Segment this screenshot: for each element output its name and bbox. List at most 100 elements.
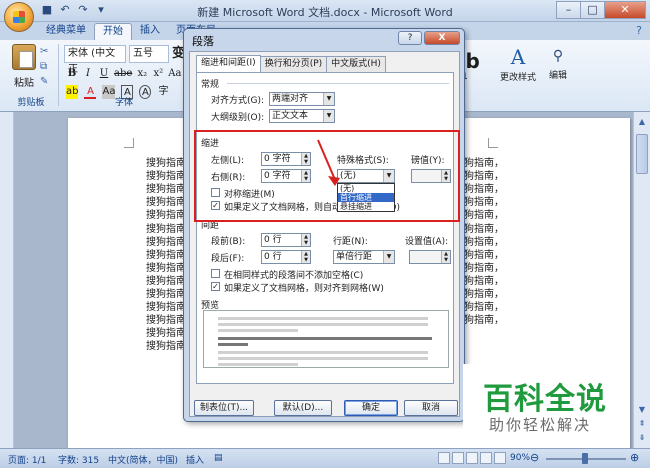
space-after-value: 0 行 <box>264 252 282 262</box>
watermark-title: 百科全说 <box>483 382 607 417</box>
superscript-button[interactable]: x² <box>152 67 164 81</box>
full-screen-icon[interactable] <box>452 452 464 464</box>
spinner-arrows-icon[interactable]: ▲ ▼ <box>301 234 310 246</box>
dialog-close-button[interactable]: X <box>424 31 460 45</box>
bold-button[interactable]: B <box>66 67 78 81</box>
cancel-button[interactable]: 取消 <box>404 400 458 416</box>
document-line-end: 狗指南， <box>464 197 504 209</box>
alignment-value: 两端对齐 <box>272 94 309 104</box>
preview-line <box>218 363 298 366</box>
minimize-button[interactable]: – <box>556 1 581 19</box>
status-words[interactable]: 字数: 315 <box>58 453 99 466</box>
ok-button[interactable]: 确定 <box>344 400 398 416</box>
general-heading: 常规 <box>201 80 220 90</box>
font-name-combo[interactable]: 宋体 (中文正 <box>64 45 126 75</box>
line-spacing-value: 单倍行距 <box>336 252 373 262</box>
clipboard-icon <box>12 44 36 70</box>
zoom-out-icon[interactable]: ⊖ <box>530 451 539 464</box>
font-row: 宋体 (中文正 五号 变 <box>64 45 185 75</box>
dropdown-option[interactable]: (无) <box>338 184 394 193</box>
at-spinner[interactable]: ▲ ▼ <box>409 250 451 264</box>
preview-line <box>218 317 428 320</box>
document-line-end: 狗指南， <box>464 171 504 183</box>
tabs-button[interactable]: 制表位(T)... <box>194 400 254 416</box>
change-styles-button[interactable]: A 更改样式 <box>498 44 538 83</box>
zoom-slider-thumb[interactable] <box>582 453 588 464</box>
set-default-button[interactable]: 默认(D)... <box>274 400 332 416</box>
document-line: 搜狗指南 <box>146 210 186 222</box>
document-line-end: 狗指南， <box>464 249 504 261</box>
change-case-button[interactable]: Aa <box>168 67 181 81</box>
underline-button[interactable]: U <box>98 67 110 81</box>
web-layout-icon[interactable] <box>466 452 478 464</box>
dropdown-option-selected[interactable]: 首行缩进 <box>338 193 394 202</box>
vertical-scrollbar[interactable]: ▲ ▼ ⇞ ⇟ <box>633 112 650 448</box>
watermark: 百科全说 助你轻松解决 <box>463 364 627 446</box>
chevron-down-icon: ▼ <box>323 110 334 122</box>
close-button[interactable]: ✕ <box>604 1 646 19</box>
macro-record-icon[interactable]: ▤ <box>214 453 223 463</box>
line-spacing-select[interactable]: 单倍行距 ▼ <box>333 250 395 264</box>
draft-view-icon[interactable] <box>494 452 506 464</box>
tab-home[interactable]: 开始 <box>94 23 132 40</box>
outline-level-select[interactable]: 正文文本 ▼ <box>269 109 335 123</box>
maximize-button[interactable]: □ <box>580 1 605 19</box>
print-layout-icon[interactable] <box>438 452 450 464</box>
format-painter-icon[interactable]: ✎ <box>40 76 54 88</box>
alignment-select[interactable]: 两端对齐 ▼ <box>269 92 335 106</box>
office-button[interactable] <box>4 2 34 32</box>
document-line-end: 狗指南， <box>464 262 504 274</box>
outline-view-icon[interactable] <box>480 452 492 464</box>
tab-asian-typography[interactable]: 中文版式(H) <box>326 56 386 72</box>
subscript-button[interactable]: x₂ <box>136 67 148 81</box>
document-line: 搜狗指南 <box>146 249 186 261</box>
zoom-in-icon[interactable]: ⊕ <box>630 451 639 464</box>
document-line: 搜狗指南 <box>146 289 186 300</box>
strikethrough-button[interactable]: abe <box>114 67 132 81</box>
preview-line <box>218 357 428 360</box>
title-bar: ■ ↶ ↷ ▾ 新建 Microsoft Word 文档.docx - Micr… <box>0 0 650 22</box>
tab-classic-menu[interactable]: 经典菜单 <box>38 23 94 40</box>
next-page-icon[interactable]: ⇟ <box>636 432 648 444</box>
no-space-checkbox[interactable] <box>211 269 220 278</box>
status-language[interactable]: 中文(简体，中国) <box>108 453 178 466</box>
special-format-dropdown[interactable]: (无) 首行缩进 悬挂缩进 <box>337 183 395 212</box>
space-after-spinner[interactable]: 0 行 ▲ ▼ <box>261 250 311 264</box>
tab-line-page-breaks[interactable]: 换行和分页(P) <box>259 56 328 72</box>
spinner-arrows-icon[interactable]: ▲ ▼ <box>441 251 450 263</box>
document-line: 搜狗指南 <box>146 197 186 209</box>
status-insert[interactable]: 插入 <box>186 453 204 466</box>
prev-page-icon[interactable]: ⇞ <box>636 418 648 430</box>
dialog-help-button[interactable]: ? <box>398 31 422 45</box>
copy-icon[interactable]: ⧉ <box>40 61 54 73</box>
scroll-down-icon[interactable]: ▼ <box>636 404 648 416</box>
space-before-spinner[interactable]: 0 行 ▲ ▼ <box>261 233 311 247</box>
italic-button[interactable]: I <box>82 67 94 81</box>
scroll-thumb[interactable] <box>636 134 648 174</box>
status-page[interactable]: 页面: 1/1 <box>8 453 46 466</box>
editing-button[interactable]: ⚲ 编辑 <box>544 44 572 81</box>
space-before-label: 段前(B): <box>211 237 246 247</box>
cut-icon[interactable]: ✂ <box>40 46 54 58</box>
view-buttons <box>438 452 506 464</box>
font-size-combo[interactable]: 五号 <box>129 45 169 63</box>
tab-insert[interactable]: 插入 <box>132 23 168 40</box>
styles-icon: A <box>510 45 526 69</box>
snap-grid-checkbox[interactable]: ✓ <box>211 282 220 291</box>
document-line: 搜狗指南 <box>146 341 186 353</box>
status-bar: 页面: 1/1 字数: 315 中文(简体，中国) 插入 ▤ 90% ⊖ ⊕ <box>0 448 650 468</box>
preview-line <box>218 351 428 354</box>
document-line: 搜狗指南 <box>146 315 186 327</box>
document-line-end: 狗指南， <box>464 315 504 327</box>
change-styles-label: 更改样式 <box>499 73 536 83</box>
zoom-level[interactable]: 90% <box>510 453 530 463</box>
alignment-label: 对齐方式(G): <box>211 96 265 106</box>
tab-indents-spacing[interactable]: 缩进和间距(I) <box>196 55 261 72</box>
group-divider <box>58 44 59 106</box>
paste-label: 粘贴 <box>14 78 34 89</box>
help-icon[interactable]: ? <box>636 24 642 37</box>
spinner-arrows-icon[interactable]: ▲ ▼ <box>301 251 310 263</box>
scroll-up-icon[interactable]: ▲ <box>636 116 648 128</box>
document-line: 搜狗指南 <box>146 223 186 235</box>
dropdown-option[interactable]: 悬挂缩进 <box>338 202 394 211</box>
